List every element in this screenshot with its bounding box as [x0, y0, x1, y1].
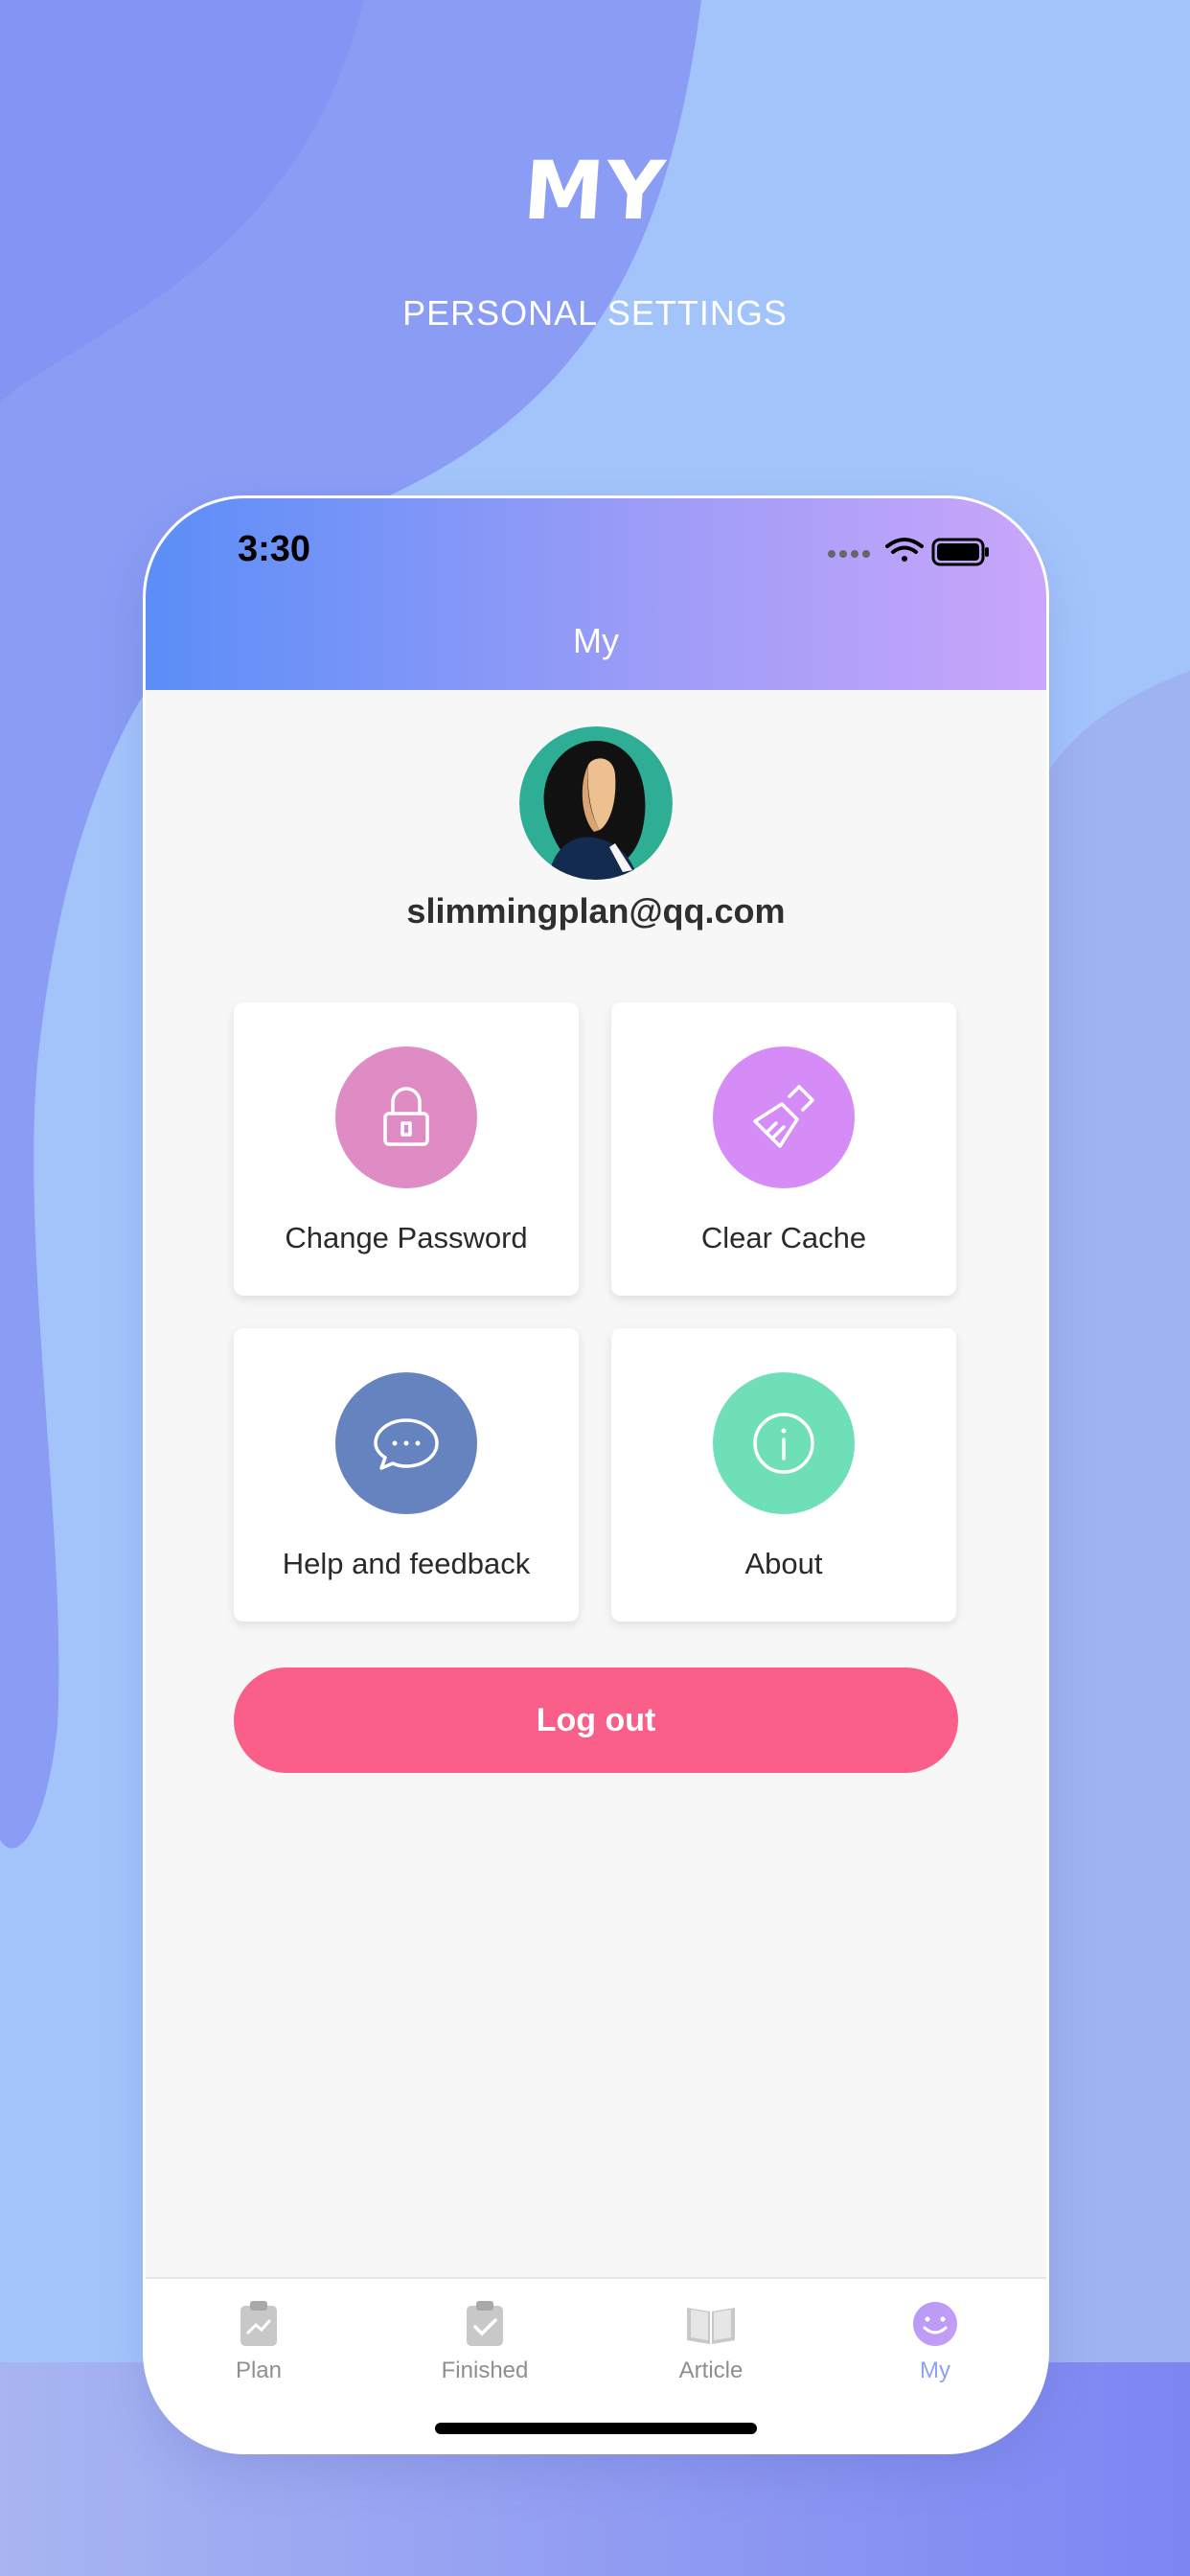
tab-my[interactable]: My — [839, 2296, 1031, 2402]
user-email: slimmingplan@qq.com — [406, 891, 786, 931]
tab-article[interactable]: Article — [615, 2296, 807, 2402]
smiley-icon — [913, 2302, 957, 2346]
clear-cache-card[interactable]: Clear Cache — [611, 1002, 956, 1296]
lock-icon — [335, 1046, 477, 1188]
change-password-label: Change Password — [285, 1221, 528, 1254]
status-icons — [828, 538, 989, 566]
help-feedback-label: Help and feedback — [282, 1547, 531, 1580]
battery-icon — [931, 538, 989, 566]
wifi-icon — [885, 538, 924, 562]
help-feedback-card[interactable]: Help and feedback — [234, 1328, 579, 1622]
promo-subline: PERSONAL SETTINGS — [402, 293, 788, 333]
about-card[interactable]: About — [611, 1328, 956, 1622]
promo-headline: MY — [520, 144, 670, 238]
tab-finished-label: Finished — [441, 2358, 529, 2383]
broom-icon — [713, 1046, 855, 1188]
avatar[interactable] — [519, 726, 673, 880]
tab-my-label: My — [920, 2358, 950, 2383]
chat-bubble-icon — [335, 1372, 477, 1514]
tab-article-label: Article — [678, 2358, 744, 2383]
change-password-card[interactable]: Change Password — [234, 1002, 579, 1296]
plan-clipboard-icon — [240, 2301, 277, 2346]
tab-plan-label: Plan — [235, 2358, 283, 2383]
home-indicator[interactable] — [435, 2423, 757, 2434]
tab-plan[interactable]: Plan — [163, 2296, 355, 2402]
tab-finished[interactable]: Finished — [389, 2296, 581, 2402]
logout-button[interactable]: Log out — [234, 1668, 958, 1773]
phone-screen: 3:30 My slimmingplan@qq.com Change Passw… — [146, 498, 1046, 2451]
about-label: About — [744, 1547, 823, 1580]
avatar-illustration — [519, 726, 673, 880]
finished-clipboard-icon — [467, 2301, 503, 2346]
info-icon — [713, 1372, 855, 1514]
clear-cache-label: Clear Cache — [700, 1221, 867, 1254]
status-time: 3:30 — [238, 529, 311, 569]
book-icon — [687, 2308, 735, 2344]
header-bar: 3:30 My — [146, 498, 1046, 690]
nav-title: My — [573, 621, 619, 660]
signal-icon — [828, 550, 870, 558]
